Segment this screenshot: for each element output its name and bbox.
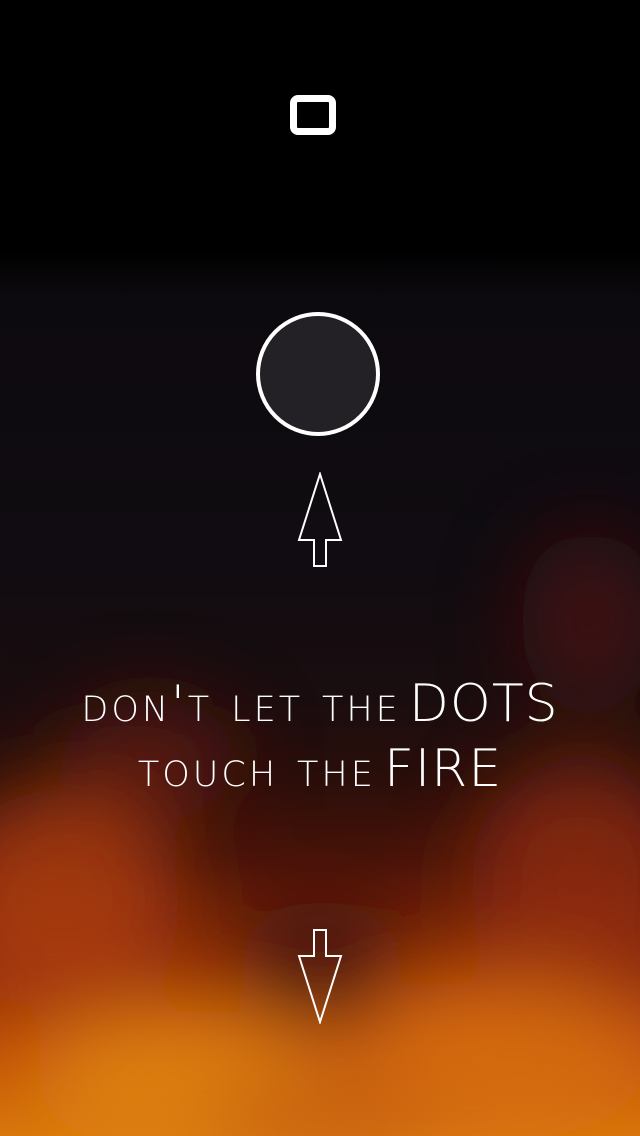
- arrow-down-icon: [297, 929, 343, 1024]
- game-dot[interactable]: [256, 312, 380, 436]
- instruction-line-1-emphasis: DOTS: [408, 674, 559, 734]
- instruction-text: don't let the DOTS touch the FIRE: [0, 672, 640, 802]
- game-screen[interactable]: don't let the DOTS touch the FIRE: [0, 0, 640, 1136]
- instruction-line-1: don't let the DOTS: [0, 672, 640, 737]
- arrow-up-icon: [297, 472, 343, 567]
- instruction-line-2-emphasis: FIRE: [383, 739, 503, 799]
- pause-button[interactable]: [290, 95, 336, 135]
- instruction-line-1-prefix: don't let the: [81, 675, 401, 733]
- instruction-line-2-prefix: touch the: [137, 740, 376, 798]
- instruction-line-2: touch the FIRE: [0, 737, 640, 802]
